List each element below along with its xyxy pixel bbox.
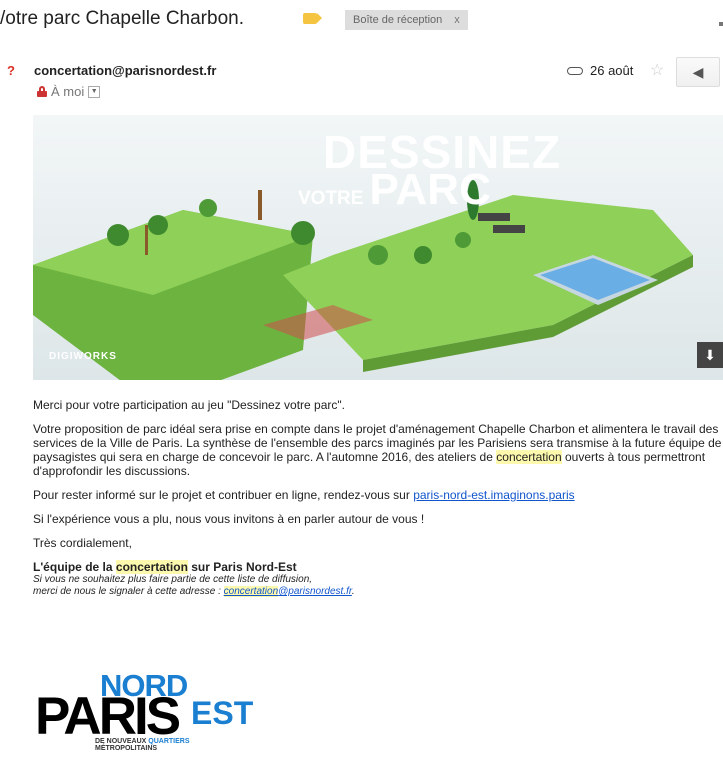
recipient-text: À moi [51,84,85,99]
unsub-link-rest: @parisnordest.fr [278,586,352,597]
sig-part1: L'équipe de la [33,560,113,574]
unsub-link-highlight: concertation [223,586,279,597]
unsubscribe-line-1: Si vous ne souhaitez plus faire partie d… [33,574,313,585]
important-label-icon[interactable] [303,13,322,24]
body-paragraph-1: Merci pour votre participation au jeu "D… [33,398,345,412]
unsubscribe-line-2: merci de nous le signaler à cette adress… [33,586,723,598]
star-icon[interactable]: ☆ [650,60,664,80]
recipient-line: À moi ▼ [37,84,101,99]
reply-arrow-icon: ◀ [692,63,704,80]
banner-title-line2: VOTRE PARC [298,165,491,215]
banner-image: DESSINEZ VOTRE PARC DIGIWORKS ⬇ [33,115,723,380]
signature-title: L'équipe de la concertation sur Paris No… [33,560,723,574]
sig-highlighted-term: concertation [115,560,188,574]
details-dropdown-icon[interactable]: ▼ [88,85,101,98]
banner-title-votre: VOTRE [298,188,364,209]
lock-icon [37,86,47,97]
logo-tagline: DE NOUVEAUX QUARTIERS MÉTROPOLITAINS [95,738,190,752]
unsub-text: merci de nous le signaler à cette adress… [33,586,221,597]
unsub-end: . [351,586,355,597]
logo-tag-1a: DE NOUVEAUX [95,738,147,745]
download-icon: ⬇ [704,346,716,363]
paris-nord-est-logo: NORD PARIS EST DE NOUVEAUX QUARTIERS MÉTR… [35,668,255,758]
body-p3-text: Pour rester informé sur le projet et con… [33,488,410,502]
email-subject: /otre parc Chapelle Charbon. [0,8,244,29]
sender-address[interactable]: concertation@parisnordest.fr [34,63,216,78]
digiworks-logo: DIGIWORKS [49,351,117,362]
attachment-icon [567,67,583,75]
logo-tag-1b: QUARTIERS [148,738,190,745]
imaginons-paris-link[interactable]: paris-nord-est.imaginons.paris [413,488,574,502]
body-paragraph-4: Si l'expérience vous a plu, nous vous in… [33,512,425,526]
reply-button[interactable]: ◀ [676,57,720,87]
banner-title-parc: PARC [369,165,491,214]
unsubscribe-email-link[interactable]: concertation@parisnordest.fr [223,586,352,597]
more-icon[interactable] [719,22,723,26]
sender-avatar: ? [7,63,15,78]
highlighted-term: concertation [496,450,562,464]
body-paragraph-5: Très cordialement, [33,536,132,550]
email-body: Merci pour votre participation au jeu "D… [33,398,723,598]
body-paragraph-2: Votre proposition de parc idéal sera pri… [33,422,723,478]
email-date: 26 août [590,63,634,78]
logo-tag-2: MÉTROPOLITAINS [95,745,158,752]
inbox-label-text: Boîte de réception [353,14,443,26]
logo-est: EST [191,695,254,731]
sig-part2: sur Paris Nord-Est [191,560,297,574]
inbox-label-chip[interactable]: Boîte de réception x [345,10,468,30]
remove-label-icon[interactable]: x [454,14,460,26]
download-button[interactable]: ⬇ [697,342,723,368]
body-paragraph-3: Pour rester informé sur le projet et con… [33,488,723,502]
